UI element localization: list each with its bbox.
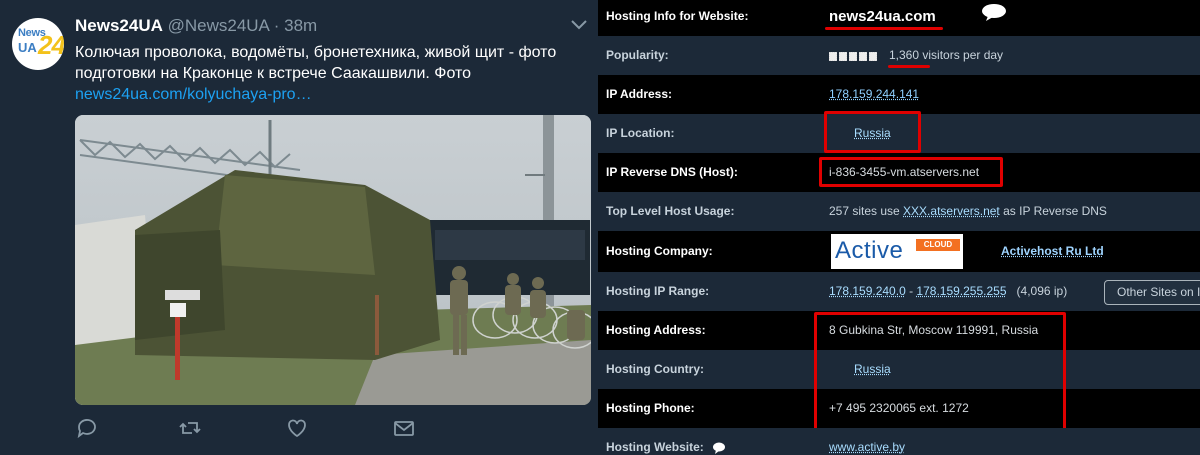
ip-range-value: 178.159.240.0 - 178.159.255.255 (4,096 i… (829, 272, 1067, 311)
tweet-time[interactable]: 38m (284, 16, 317, 35)
popularity-rating-icon (829, 48, 879, 61)
label-hosting-country: Hosting Country: (606, 362, 704, 376)
popularity-value: 1,360 visitors per day (889, 48, 1004, 62)
tweet-card: News UA 24 News24UA @News24UA · 38m Колю… (0, 0, 598, 455)
row-hosting-company: Hosting Company: Active CLOUD Activehost… (598, 231, 1200, 272)
tweet-header: News24UA @News24UA · 38m (75, 16, 317, 36)
host-usage-link[interactable]: XXX.atservers.net (903, 204, 1000, 218)
row-hosting-country: Hosting Country: Russia (598, 350, 1200, 389)
message-icon[interactable] (392, 416, 416, 440)
tweet-link[interactable]: news24ua.com/kolyuchaya-pro… (75, 84, 585, 105)
photo-image (75, 115, 591, 405)
row-website: Hosting Info for Website: news24ua.com (598, 0, 1200, 36)
tweet-body: Колючая проволока, водомёты, бронетехник… (75, 42, 585, 105)
reverse-dns-value: i-836-3455-vm.atservers.net (829, 165, 980, 179)
row-hosting-phone: Hosting Phone: +7 495 2320065 ext. 1272 (598, 389, 1200, 428)
ip-range-separator: - (905, 284, 917, 298)
chevron-down-icon[interactable] (570, 18, 588, 32)
row-popularity: Popularity: 1,360 visitors per day (598, 36, 1200, 75)
label-host-usage: Top Level Host Usage: (606, 204, 735, 218)
row-ip-address: IP Address: 178.159.244.141 (598, 75, 1200, 114)
row-hosting-address: Hosting Address: 8 Gubkina Str, Moscow 1… (598, 311, 1200, 350)
label-hosting-website: Hosting Website: (606, 440, 704, 454)
hosting-info-table: Hosting Info for Website: news24ua.com P… (598, 0, 1200, 455)
label-reverse-dns: IP Reverse DNS (Host): (606, 165, 738, 179)
like-icon[interactable] (285, 416, 309, 440)
reply-icon[interactable] (75, 416, 99, 440)
hosting-phone-value: +7 495 2320065 ext. 1272 (829, 401, 969, 415)
row-ip-range: Hosting IP Range: 178.159.240.0 - 178.15… (598, 272, 1200, 311)
other-sites-button[interactable]: Other Sites on I (1104, 280, 1200, 305)
tweet-photo[interactable] (75, 115, 591, 405)
label-popularity: Popularity: (606, 48, 669, 62)
activehost-logo[interactable]: Active CLOUD (831, 234, 963, 269)
label-hosting-address: Hosting Address: (606, 323, 706, 337)
ip-range-end-link[interactable]: 178.159.255.255 (916, 284, 1006, 298)
label-ip-address: IP Address: (606, 87, 673, 101)
host-usage-suffix: as IP Reverse DNS (999, 204, 1107, 218)
row-ip-location: IP Location: Russia (598, 114, 1200, 153)
activehost-logo-cloud: CLOUD (916, 239, 960, 251)
user-handle[interactable]: @News24UA (168, 16, 269, 35)
display-name[interactable]: News24UA (75, 16, 163, 35)
tweet-actions (75, 416, 415, 440)
speech-bubble-icon[interactable] (712, 442, 726, 454)
hosting-address-value: 8 Gubkina Str, Moscow 119991, Russia (829, 323, 1039, 337)
activehost-logo-word: Active (835, 237, 904, 264)
hosting-country-link[interactable]: Russia (854, 350, 891, 389)
ip-location-link[interactable]: Russia (854, 114, 891, 153)
retweet-icon[interactable] (178, 416, 202, 440)
label-ip-location: IP Location: (606, 126, 675, 140)
label-hosting-phone: Hosting Phone: (606, 401, 695, 415)
host-usage-prefix: 257 sites use (829, 204, 904, 218)
avatar-logo-24: 24 (38, 30, 64, 60)
avatar[interactable]: News UA 24 (12, 18, 64, 70)
tweet-text: Колючая проволока, водомёты, бронетехник… (75, 44, 557, 82)
hosting-website-link[interactable]: www.active.by (829, 428, 905, 455)
ip-range-start-link[interactable]: 178.159.240.0 (829, 284, 906, 298)
row-reverse-dns: IP Reverse DNS (Host): i-836-3455-vm.ats… (598, 153, 1200, 192)
label-hosting-company: Hosting Company: (606, 244, 713, 258)
ip-address-link[interactable]: 178.159.244.141 (829, 75, 919, 114)
label-ip-range: Hosting IP Range: (606, 284, 710, 298)
website-domain[interactable]: news24ua.com (829, 0, 936, 36)
host-usage-value: 257 sites use XXX.atservers.net as IP Re… (829, 192, 1107, 231)
label-website: Hosting Info for Website: (606, 9, 749, 23)
hosting-company-link[interactable]: Activehost Ru Ltd (1001, 231, 1104, 272)
row-host-usage: Top Level Host Usage: 257 sites use XXX.… (598, 192, 1200, 231)
row-hosting-website: Hosting Website: www.active.by (598, 428, 1200, 455)
ip-range-count: (4,096 ip) (1016, 284, 1068, 298)
avatar-logo-ua: UA (18, 40, 37, 55)
separator-dot: · (273, 16, 280, 35)
speech-bubble-icon[interactable] (980, 3, 1008, 21)
